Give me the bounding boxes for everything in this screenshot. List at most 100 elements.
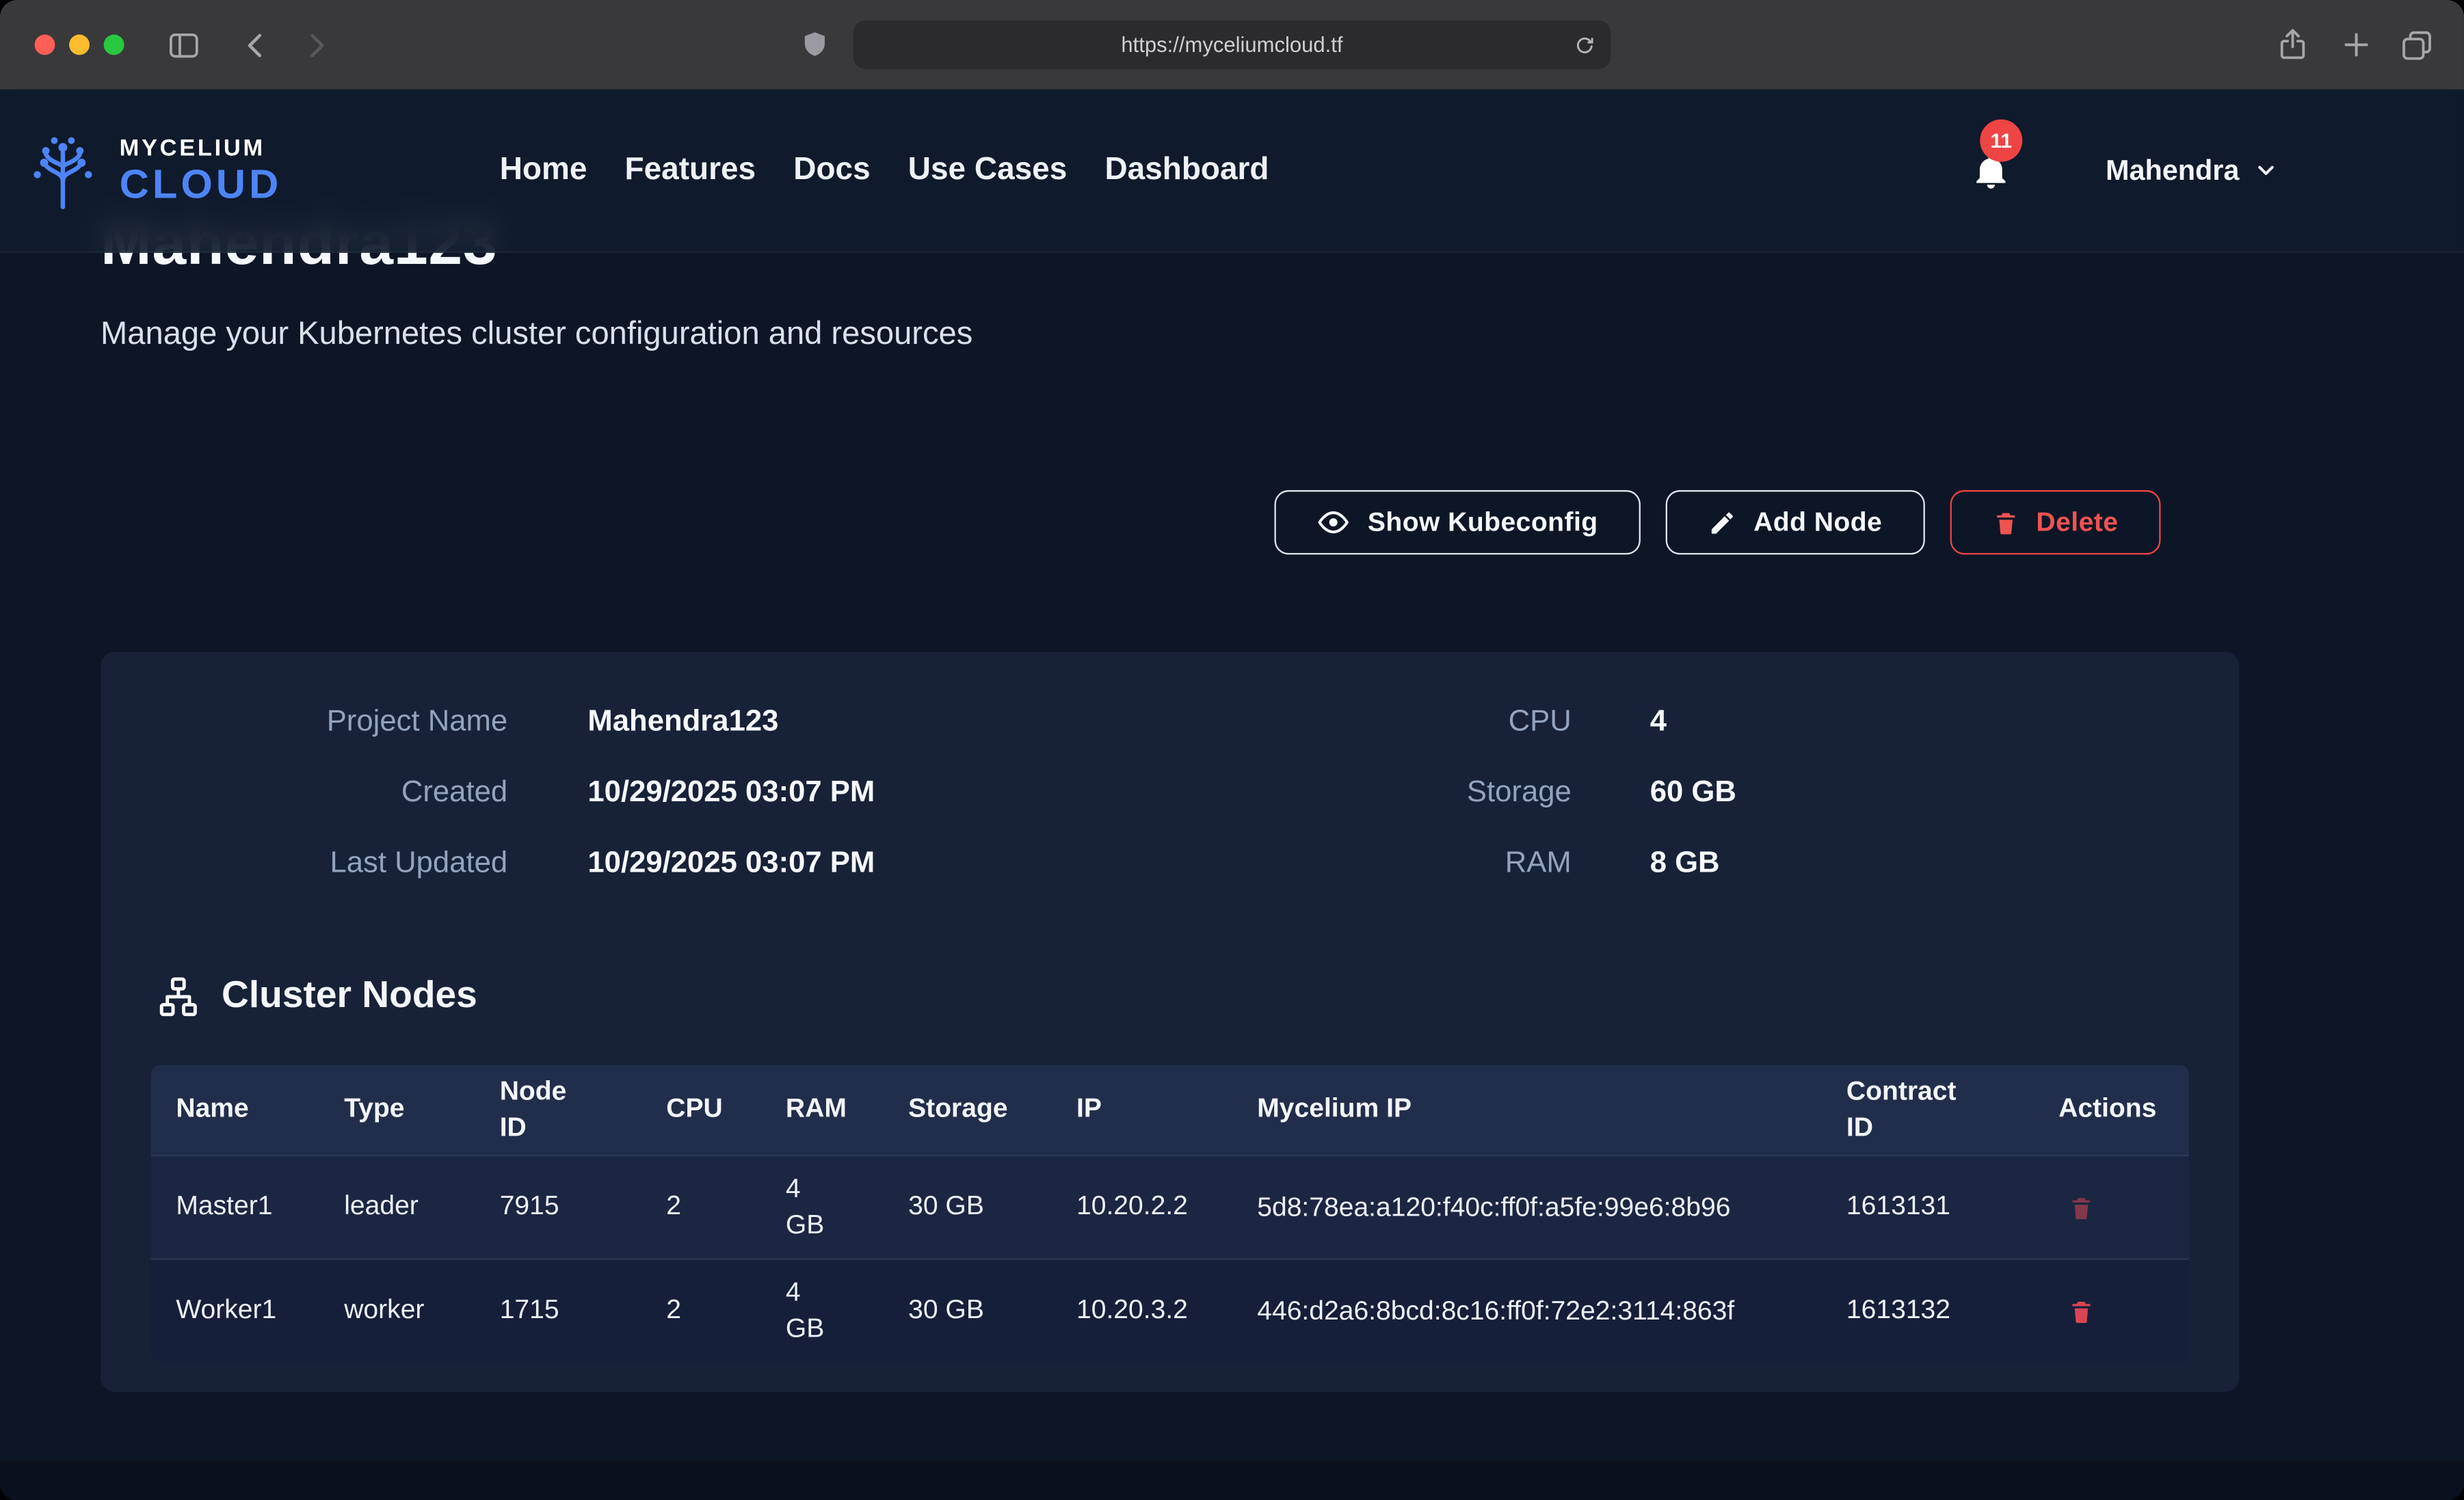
traffic-lights <box>35 35 124 55</box>
delete-label: Delete <box>2036 507 2118 538</box>
detail-row: Project Name Mahendra123 <box>157 686 875 757</box>
cell-storage: 30 GB <box>883 1190 1051 1224</box>
add-node-label: Add Node <box>1753 507 1882 538</box>
detail-label: Storage <box>1320 775 1572 810</box>
col-cpu: CPU <box>641 1093 761 1127</box>
forward-icon[interactable] <box>299 28 334 63</box>
sidebar-toggle-icon[interactable] <box>167 28 202 63</box>
cell-actions <box>2033 1193 2188 1221</box>
trash-icon <box>1992 508 2019 536</box>
browser-chrome: https://myceliumcloud.tf <box>0 0 2464 91</box>
cluster-actions: Show Kubeconfig Add Node Delete <box>1275 490 2160 554</box>
mycelium-logo-icon <box>22 130 103 211</box>
eye-icon <box>1317 506 1350 539</box>
col-type: Type <box>319 1093 474 1127</box>
brand-logo[interactable]: MYCELIUM CLOUD <box>22 130 282 211</box>
top-navigation: MYCELIUM CLOUD Home Features Docs Use Ca… <box>0 90 2464 253</box>
chevron-down-icon <box>2253 158 2279 183</box>
detail-label: Created <box>157 775 507 810</box>
details-left-column: Project Name Mahendra123 Created 10/29/2… <box>157 686 875 898</box>
nav-link-home[interactable]: Home <box>500 152 587 189</box>
table-header-row: Name Type Node ID CPU RAM Storage IP Myc… <box>151 1065 2189 1155</box>
col-contract-id: Contract ID <box>1821 1075 2033 1145</box>
notifications-button[interactable]: 11 <box>1970 150 2011 191</box>
viewport: https://myceliumcloud.tf Mah <box>0 0 2464 1500</box>
cell-node-id: 7915 <box>475 1190 641 1224</box>
browser-window: https://myceliumcloud.tf Mah <box>0 0 2464 1500</box>
delete-node-button[interactable] <box>2068 1193 2095 1221</box>
back-icon[interactable] <box>239 28 274 63</box>
brand-logo-text: MYCELIUM CLOUD <box>120 137 282 204</box>
col-ram: RAM <box>760 1093 883 1127</box>
privacy-shield-icon[interactable] <box>800 30 830 60</box>
detail-value: 10/29/2025 03:07 PM <box>587 775 875 810</box>
table-row: Worker1 worker 1715 2 4 GB 30 GB 10.20.3… <box>151 1259 2189 1363</box>
cell-storage: 30 GB <box>883 1294 1051 1328</box>
cell-ram: 4 GB <box>760 1173 883 1242</box>
tab-overview-icon[interactable] <box>2400 28 2435 63</box>
user-menu[interactable]: Mahendra <box>2106 154 2279 187</box>
cluster-nodes-header: Cluster Nodes <box>157 974 477 1018</box>
user-name: Mahendra <box>2106 154 2239 187</box>
col-storage: Storage <box>883 1093 1051 1127</box>
cell-ip: 10.20.2.2 <box>1051 1190 1232 1224</box>
nav-link-dashboard[interactable]: Dashboard <box>1104 152 1269 189</box>
cluster-details-card: Project Name Mahendra123 Created 10/29/2… <box>101 652 2239 1392</box>
show-kubeconfig-label: Show Kubeconfig <box>1368 507 1598 538</box>
address-bar[interactable]: https://myceliumcloud.tf <box>853 21 1611 69</box>
detail-label: Last Updated <box>157 846 507 881</box>
window-close-button[interactable] <box>35 35 55 55</box>
detail-row: CPU 4 <box>1320 686 1736 757</box>
show-kubeconfig-button[interactable]: Show Kubeconfig <box>1275 490 1640 554</box>
cell-ram: 4 GB <box>760 1276 883 1346</box>
logo-line2: CLOUD <box>120 163 282 204</box>
nav-link-use-cases[interactable]: Use Cases <box>908 152 1068 189</box>
cell-type: leader <box>319 1190 474 1224</box>
cell-contract-id: 1613131 <box>1821 1190 2033 1224</box>
nav-link-features[interactable]: Features <box>625 152 756 189</box>
cell-cpu: 2 <box>641 1294 761 1328</box>
cell-contract-id: 1613132 <box>1821 1294 2033 1328</box>
delete-cluster-button[interactable]: Delete <box>1950 490 2160 554</box>
col-actions: Actions <box>2033 1093 2188 1127</box>
window-minimize-button[interactable] <box>69 35 90 55</box>
detail-value: 4 <box>1650 705 1667 740</box>
add-node-button[interactable]: Add Node <box>1665 490 1924 554</box>
detail-label: RAM <box>1320 846 1572 881</box>
detail-row: Created 10/29/2025 03:07 PM <box>157 758 875 828</box>
detail-row: Storage 60 GB <box>1320 758 1736 828</box>
col-ip: IP <box>1051 1093 1232 1127</box>
page-subtitle: Manage your Kubernetes cluster configura… <box>101 316 972 353</box>
new-tab-icon[interactable] <box>2340 28 2372 61</box>
window-zoom-button[interactable] <box>104 35 124 55</box>
cell-mycelium-ip: 5d8:78ea:a120:f40c:ff0f:a5fe:99e6:8b96 <box>1232 1189 1821 1227</box>
share-icon[interactable] <box>2275 27 2310 62</box>
cell-actions <box>2033 1297 2188 1325</box>
cell-cpu: 2 <box>641 1190 761 1224</box>
cell-type: worker <box>319 1294 474 1328</box>
detail-row: Last Updated 10/29/2025 03:07 PM <box>157 828 875 898</box>
cell-name: Worker1 <box>151 1294 319 1328</box>
cell-ip: 10.20.3.2 <box>1051 1294 1232 1328</box>
notification-badge: 11 <box>1980 118 2022 161</box>
col-node-id: Node ID <box>475 1075 641 1145</box>
reload-icon[interactable] <box>1573 33 1596 56</box>
nav-links: Home Features Docs Use Cases Dashboard <box>500 90 1269 252</box>
footer-strip <box>0 1461 2464 1500</box>
detail-label: Project Name <box>157 705 507 740</box>
detail-value: Mahendra123 <box>587 705 778 740</box>
hierarchy-icon <box>157 975 200 1017</box>
page: Mahendra123 <box>0 90 2464 1500</box>
detail-row: RAM 8 GB <box>1320 828 1736 898</box>
cell-name: Master1 <box>151 1190 319 1224</box>
detail-value: 60 GB <box>1650 775 1736 810</box>
cell-node-id: 1715 <box>475 1294 641 1328</box>
url-text: https://myceliumcloud.tf <box>1121 33 1342 56</box>
detail-label: CPU <box>1320 705 1572 740</box>
delete-node-button[interactable] <box>2068 1297 2095 1325</box>
col-name: Name <box>151 1093 319 1127</box>
details-right-column: CPU 4 Storage 60 GB RAM 8 GB <box>1320 686 1736 898</box>
nav-link-docs[interactable]: Docs <box>793 152 870 189</box>
table-row: Master1 leader 7915 2 4 GB 30 GB 10.20.2… <box>151 1155 2189 1259</box>
pencil-icon <box>1708 508 1736 536</box>
